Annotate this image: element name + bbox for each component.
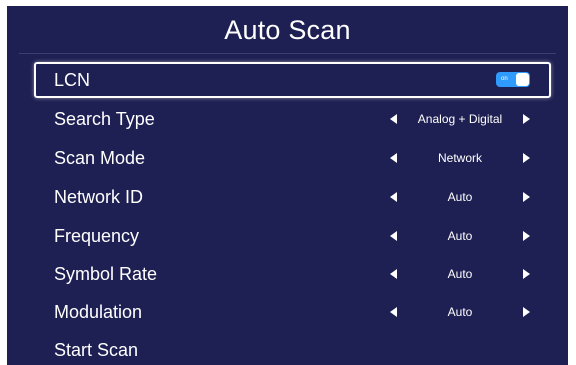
scan-mode-label: Scan Mode bbox=[54, 148, 146, 168]
frequency-row[interactable]: Frequency Auto bbox=[35, 219, 551, 253]
modulation-value: Auto bbox=[447, 305, 473, 319]
search-type-label: Search Type bbox=[54, 109, 155, 129]
search-type-value: Analog + Digital bbox=[417, 112, 503, 126]
scan-mode-value: Network bbox=[437, 151, 482, 165]
left-arrow-icon[interactable] bbox=[390, 231, 397, 241]
frequency-value: Auto bbox=[447, 229, 473, 243]
title-divider bbox=[19, 53, 556, 54]
scan-mode-row[interactable]: Scan Mode Network bbox=[35, 141, 551, 175]
network-id-label: Network ID bbox=[54, 187, 144, 207]
toggle-knob bbox=[516, 73, 529, 86]
left-arrow-icon[interactable] bbox=[390, 192, 397, 202]
left-arrow-icon[interactable] bbox=[390, 114, 397, 124]
symbol-rate-label: Symbol Rate bbox=[54, 264, 158, 284]
search-type-row[interactable]: Search Type Analog + Digital bbox=[35, 102, 551, 136]
toggle-state-text: on bbox=[501, 76, 508, 82]
frequency-label: Frequency bbox=[54, 226, 140, 246]
page-title: Auto Scan bbox=[224, 15, 351, 45]
modulation-row[interactable]: Modulation Auto bbox=[35, 295, 551, 329]
right-arrow-icon[interactable] bbox=[523, 307, 530, 317]
symbol-rate-value: Auto bbox=[447, 267, 473, 281]
lcn-label: LCN bbox=[54, 70, 91, 90]
network-id-value: Auto bbox=[447, 190, 473, 204]
modulation-label: Modulation bbox=[54, 302, 143, 322]
left-arrow-icon[interactable] bbox=[390, 269, 397, 279]
start-scan-row[interactable]: Start Scan bbox=[35, 333, 551, 365]
symbol-rate-row[interactable]: Symbol Rate Auto bbox=[35, 257, 551, 291]
network-id-row[interactable]: Network ID Auto bbox=[35, 180, 551, 214]
right-arrow-icon[interactable] bbox=[523, 231, 530, 241]
tv-menu-screen: Auto Scan LCN on Search Type Analog + Di… bbox=[7, 6, 568, 365]
lcn-row[interactable]: LCN on bbox=[34, 62, 551, 98]
right-arrow-icon[interactable] bbox=[523, 153, 530, 163]
right-arrow-icon[interactable] bbox=[523, 269, 530, 279]
right-arrow-icon[interactable] bbox=[523, 114, 530, 124]
start-scan-label: Start Scan bbox=[54, 340, 139, 360]
lcn-toggle[interactable]: on bbox=[496, 72, 530, 87]
left-arrow-icon[interactable] bbox=[390, 307, 397, 317]
right-arrow-icon[interactable] bbox=[523, 192, 530, 202]
left-arrow-icon[interactable] bbox=[390, 153, 397, 163]
